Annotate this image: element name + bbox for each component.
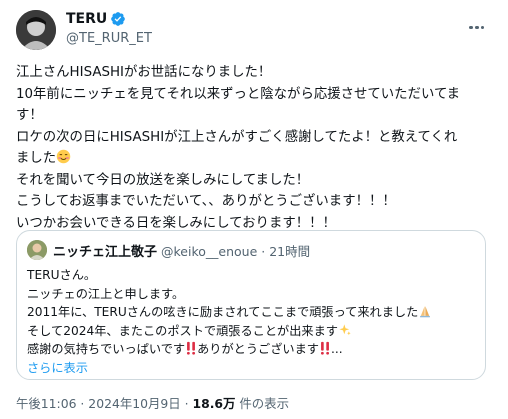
- tweet-line: 10年前にニッチェを見てそれ以来ずっと陰ながら応援させていただいてま: [16, 86, 461, 102]
- quoted-line: そして2024年、またこのポストで頑張ることが出来ます: [27, 322, 477, 341]
- views-count: 18.6万: [192, 396, 236, 411]
- show-more-link[interactable]: さらに表示: [27, 359, 477, 378]
- folded-hands-emoji-icon: [420, 306, 431, 318]
- views-label: 件の表示: [235, 396, 289, 411]
- avatar-image: [16, 10, 56, 50]
- quoted-tweet-text: TERUさん。 ニッチェの江上と申します。 2011年に、TERUさんの呟きに励…: [27, 266, 477, 378]
- smiling-blush-emoji-icon: [56, 149, 71, 164]
- tweet-line: 江上さんHISASHIがお世話になりました！: [16, 65, 272, 80]
- tweet-header: TERU @TE_RUR_ET: [16, 10, 496, 54]
- quoted-line-text: 2011年に、TERUさんの呟きに励まされてここまで頑張って来れました: [27, 305, 419, 320]
- tweet-line: ロケの次の日にHISASHIが江上さんがすごく感謝してたよ！と教えてくれ: [16, 129, 458, 145]
- tweet-metadata: 午後11:06 · 2024年10月9日 · 18.6万 件の表示: [16, 394, 289, 412]
- author-handle[interactable]: @TE_RUR_ET: [66, 31, 152, 46]
- quoted-author-handle-time[interactable]: @keiko__enoue · 21時間: [161, 241, 310, 260]
- quoted-line-ellipsis: ...: [330, 342, 343, 357]
- tweet-text: 江上さんHISASHIがお世話になりました！ 10年前にニッチェを見てそれ以来ず…: [16, 62, 494, 234]
- author-avatar[interactable]: [16, 10, 56, 50]
- author-display-name[interactable]: TERU: [66, 11, 107, 27]
- tweet-line: す！: [16, 108, 43, 123]
- quoted-line: TERUさん。: [27, 268, 97, 282]
- quoted-author-name[interactable]: ニッチェ江上敬子: [53, 241, 157, 260]
- double-exclamation-emoji-icon: [187, 342, 196, 356]
- quoted-line-text: ありがとうございます: [197, 342, 319, 357]
- tweet-card: TERU @TE_RUR_ET 江上さんHISASHIがお世話になりました！ 1…: [0, 0, 508, 419]
- quoted-line-text: そして2024年、またこのポストで頑張ることが出来ます: [27, 323, 338, 338]
- more-options-icon[interactable]: [468, 14, 492, 32]
- double-exclamation-emoji-icon: [320, 342, 329, 356]
- verified-badge-icon[interactable]: [110, 11, 126, 27]
- quoted-author-avatar[interactable]: [27, 240, 47, 260]
- quoted-line: ニッチェの江上と申します。: [27, 286, 185, 301]
- quoted-line: 感謝の気持ちでいっぱいです ありがとうございます...: [27, 340, 477, 359]
- tweet-line: ました: [16, 148, 494, 170]
- quoted-line-text: 感謝の気持ちでいっぱいです: [27, 342, 186, 357]
- quoted-tweet-header: ニッチェ江上敬子 @keiko__enoue · 21時間: [27, 240, 310, 260]
- sparkles-emoji-icon: [339, 324, 351, 336]
- tweet-timestamp[interactable]: 午後11:06 · 2024年10月9日 ·: [16, 396, 192, 411]
- tweet-line: それを聞いて今日の放送を楽しみにしてました！: [16, 172, 310, 188]
- quoted-avatar-image: [27, 240, 47, 260]
- tweet-line-text: ました: [16, 151, 57, 166]
- quoted-tweet[interactable]: ニッチェ江上敬子 @keiko__enoue · 21時間 TERUさん。 ニッ…: [16, 230, 486, 380]
- quoted-line: 2011年に、TERUさんの呟きに励まされてここまで頑張って来れました: [27, 303, 477, 322]
- author-name-line: TERU: [66, 11, 126, 27]
- tweet-line: こうしてお返事までいただいて、、ありがとうございます！！！: [16, 194, 396, 209]
